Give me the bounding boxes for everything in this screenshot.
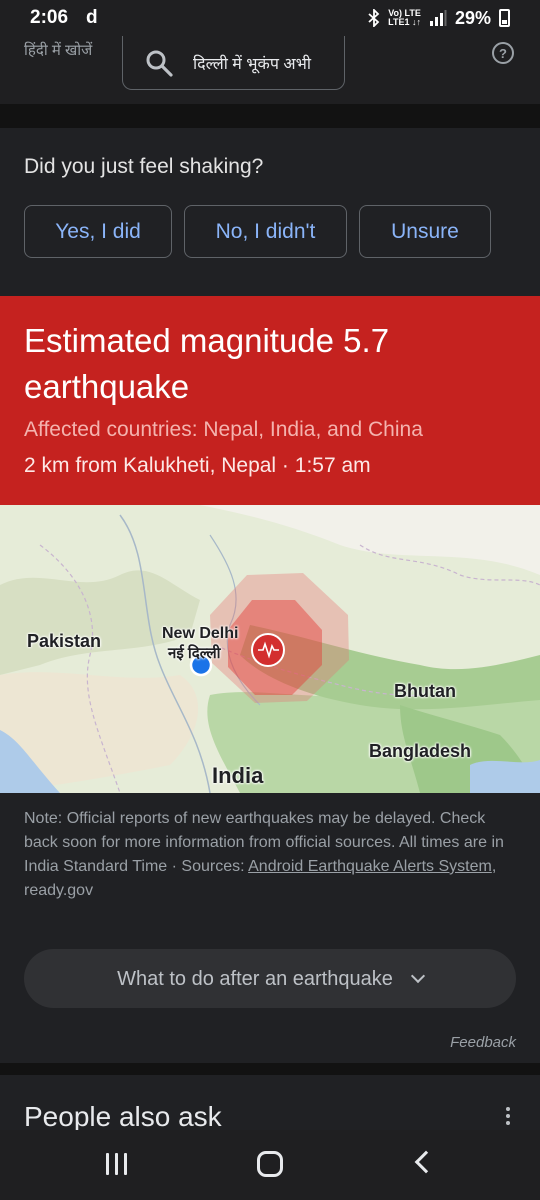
app-notification-icon: d xyxy=(86,7,98,28)
more-options-icon[interactable] xyxy=(506,1107,510,1128)
search-icon[interactable] xyxy=(145,49,173,77)
map-label-bangladesh: Bangladesh xyxy=(369,741,472,761)
search-in-hindi-link[interactable]: हिंदी में खोजें xyxy=(24,40,92,60)
people-also-ask-section: People also ask xyxy=(0,1075,540,1130)
earthquake-alert-card: Estimated magnitude 5.7 earthquake Affec… xyxy=(0,296,540,505)
network-type-icon: Vo) LTE LTE1 ↓↑ xyxy=(388,9,421,27)
search-box[interactable]: दिल्ली में भूकंप अभी xyxy=(122,36,345,90)
recents-button[interactable] xyxy=(106,1153,127,1175)
alert-location-time: 2 km from Kalukheti, Nepal · 1:57 am xyxy=(24,454,371,477)
feedback-link[interactable]: Feedback xyxy=(450,1031,516,1055)
android-alerts-link[interactable]: Android Earthquake Alerts System xyxy=(248,858,492,875)
search-header: हिंदी में खोजें दिल्ली में भूकंप अभी ? xyxy=(0,36,540,104)
section-divider-2 xyxy=(0,1063,540,1075)
map-label-new-delhi: New Delhi xyxy=(162,625,239,642)
status-right: Vo) LTE LTE1 ↓↑ 29% xyxy=(368,8,510,29)
battery-icon xyxy=(499,9,510,27)
affected-countries: Affected countries: Nepal, India, and Ch… xyxy=(24,418,423,441)
what-to-do-expander[interactable]: What to do after an earthquake xyxy=(24,949,516,1008)
back-button[interactable] xyxy=(414,1150,438,1174)
status-left: 2:06 d xyxy=(30,7,98,29)
yes-i-did-button[interactable]: Yes, I did xyxy=(24,205,172,258)
note-text: Note: Official reports of new earthquake… xyxy=(24,807,516,903)
earthquake-map[interactable]: Pakistan New Delhi नई दिल्ली Bhutan Bang… xyxy=(0,505,540,793)
battery-percent: 29% xyxy=(454,7,491,28)
status-bar: 2:06 d Vo) LTE LTE1 ↓↑ 29% xyxy=(0,0,540,36)
feel-shaking-section: Did you just feel shaking? Yes, I did No… xyxy=(0,128,540,296)
status-time: 2:06 xyxy=(30,7,69,28)
people-also-ask-title: People also ask xyxy=(24,1101,222,1130)
unsure-button[interactable]: Unsure xyxy=(359,205,491,258)
signal-icon xyxy=(429,10,447,26)
map-label-new-delhi-hindi: नई दिल्ली xyxy=(168,645,221,662)
search-query[interactable]: दिल्ली में भूकंप अभी xyxy=(193,52,311,74)
home-button[interactable] xyxy=(257,1151,283,1177)
network-bottom-text: LTE1 ↓↑ xyxy=(388,17,421,27)
alert-title: Estimated magnitude 5.7 earthquake xyxy=(24,322,390,405)
help-icon[interactable]: ? xyxy=(492,42,514,64)
chevron-down-icon xyxy=(410,968,425,984)
system-nav-bar xyxy=(0,1130,540,1200)
expander-label: What to do after an earthquake xyxy=(117,967,393,990)
bluetooth-icon xyxy=(368,9,380,27)
map-label-bhutan: Bhutan xyxy=(394,681,456,701)
map-label-india: India xyxy=(212,763,264,788)
section-divider xyxy=(0,104,540,128)
note-section: Note: Official reports of new earthquake… xyxy=(0,793,540,1063)
map-label-pakistan: Pakistan xyxy=(27,631,102,651)
feel-shaking-question: Did you just feel shaking? xyxy=(24,155,264,178)
no-i-didnt-button[interactable]: No, I didn't xyxy=(184,205,347,258)
